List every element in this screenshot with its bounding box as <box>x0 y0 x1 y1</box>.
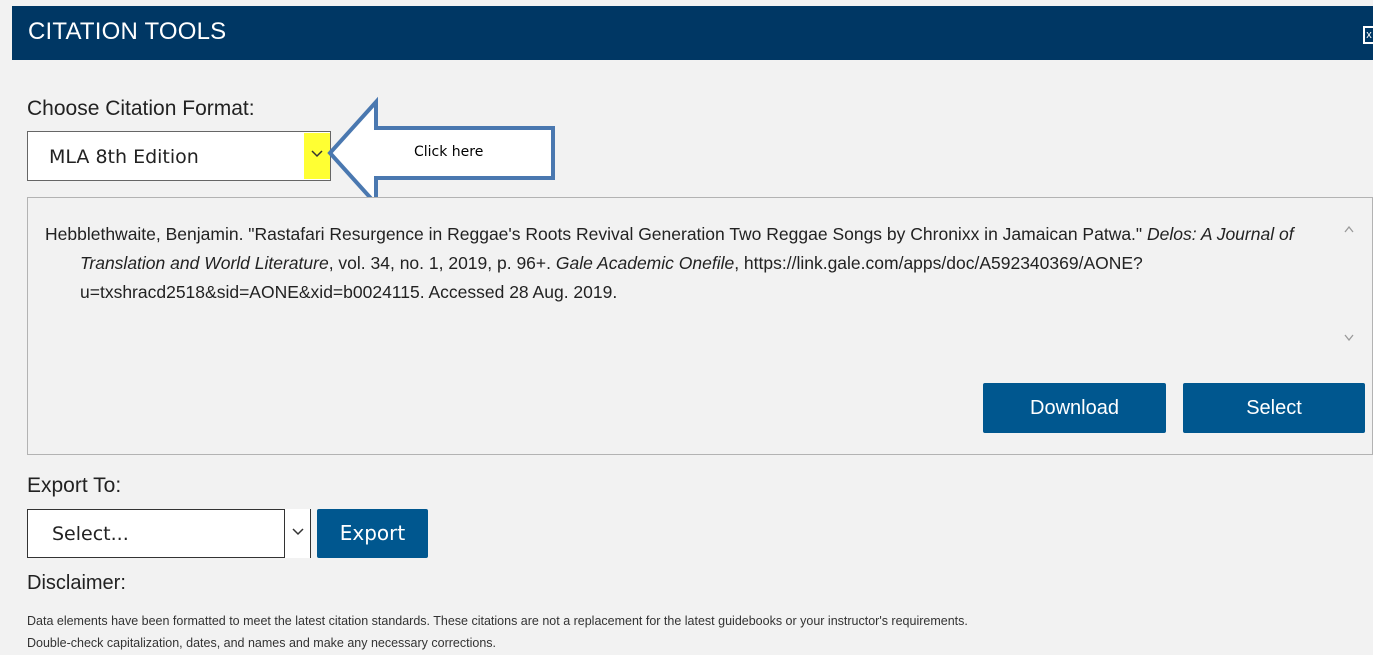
scroll-down-icon[interactable] <box>1335 328 1363 350</box>
select-button[interactable]: Select <box>1183 383 1365 433</box>
citation-format-select[interactable]: MLA 8th Edition <box>27 131 331 181</box>
export-to-label: Export To: <box>27 474 122 497</box>
header-title: CITATION TOOLS <box>28 18 227 45</box>
disclaimer-line-1: Data elements have been formatted to mee… <box>27 614 968 628</box>
download-button[interactable]: Download <box>983 383 1166 433</box>
click-here-callout: Click here <box>318 96 558 206</box>
disclaimer-text: Data elements have been formatted to mee… <box>27 610 1367 654</box>
chevron-down-icon[interactable] <box>284 509 310 558</box>
citation-volume: , vol. 34, no. 1, 2019, p. 96+. <box>328 253 556 273</box>
disclaimer-label: Disclaimer: <box>27 572 126 594</box>
citation-preview-box: Hebblethwaite, Benjamin. "Rastafari Resu… <box>27 197 1373 455</box>
export-button[interactable]: Export <box>317 509 428 558</box>
citation-tools-header: CITATION TOOLS x <box>12 6 1373 60</box>
disclaimer-line-2: Double-check capitalization, dates, and … <box>27 636 497 650</box>
citation-format-label: Choose Citation Format: <box>27 97 255 120</box>
export-to-select[interactable]: Select... <box>27 509 311 558</box>
scroll-up-icon[interactable] <box>1335 220 1363 242</box>
citation-text[interactable]: Hebblethwaite, Benjamin. "Rastafari Resu… <box>45 220 1330 307</box>
export-to-value: Select... <box>52 523 129 545</box>
callout-text: Click here <box>414 144 484 160</box>
citation-format-value: MLA 8th Edition <box>49 146 199 168</box>
citation-authors-title: Hebblethwaite, Benjamin. "Rastafari Resu… <box>45 224 1147 244</box>
close-icon[interactable]: x <box>1363 26 1373 44</box>
citation-database: Gale Academic Onefile <box>555 253 735 273</box>
